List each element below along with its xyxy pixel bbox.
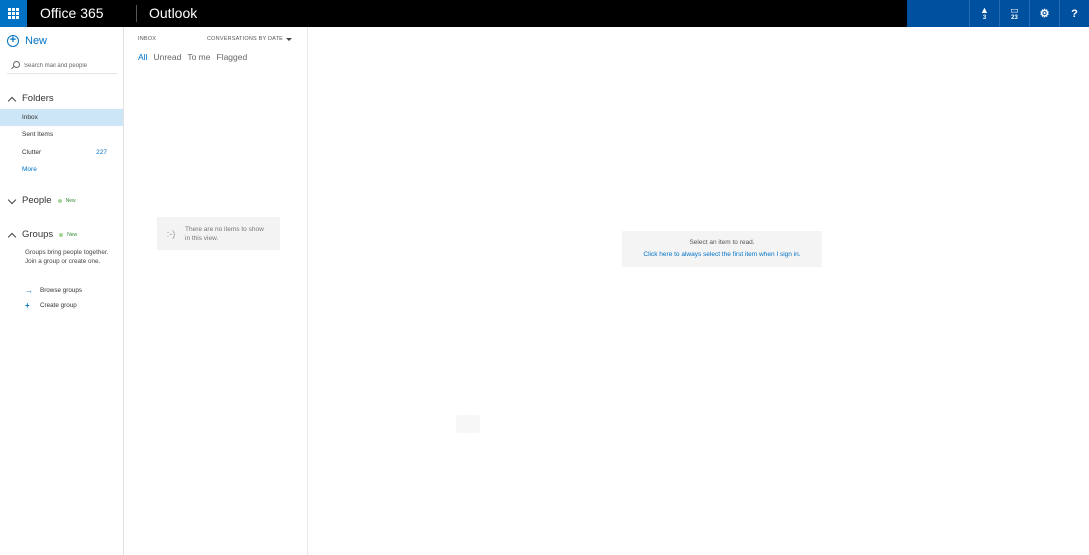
smiley-icon: :-) (166, 228, 176, 239)
app-title[interactable]: Outlook (137, 0, 197, 27)
folder-sent-items[interactable]: Sent Items (0, 126, 123, 143)
reading-pane-notice: Select an item to read. Click here to al… (622, 231, 822, 267)
search-input[interactable] (24, 62, 114, 69)
folder-inbox[interactable]: Inbox (0, 109, 123, 126)
list-title: INBOX (138, 36, 157, 42)
notifications-count: 3 (982, 14, 987, 21)
sort-dropdown[interactable]: CONVERSATIONS BY DATE (207, 36, 293, 42)
notifications-button[interactable]: ▲ 3 (969, 0, 999, 27)
plus-icon: + (25, 301, 30, 310)
plus-circle-icon: + (7, 35, 19, 47)
settings-button[interactable]: ⚙ (1029, 0, 1059, 27)
help-button[interactable]: ? (1059, 0, 1089, 27)
folder-label: Inbox (22, 114, 38, 121)
new-message-button[interactable]: + New (7, 35, 47, 47)
groups-new-badge: New (59, 232, 77, 238)
filter-bar: All Unread To me Flagged (138, 52, 247, 62)
empty-list-message: There are no items to show in this view. (185, 225, 264, 242)
app-launcher-button[interactable] (0, 0, 27, 27)
topbar-blank-area (907, 0, 969, 27)
groups-header[interactable]: Groups New (8, 229, 77, 240)
filter-all[interactable]: All (138, 52, 147, 62)
left-navigation: + New Folders Inbox Sent Items Clutter 2… (0, 27, 124, 555)
brand-title[interactable]: Office 365 (27, 0, 136, 27)
calendar-button[interactable]: ▭ 23 (999, 0, 1029, 27)
folder-label: Sent Items (22, 131, 54, 138)
filter-unread[interactable]: Unread (153, 52, 181, 62)
bell-icon: ▲ (980, 4, 989, 15)
folders-label: Folders (22, 93, 54, 104)
folder-label: Clutter (22, 149, 42, 156)
help-icon: ? (1071, 7, 1078, 20)
calendar-count: 23 (1011, 14, 1018, 21)
empty-list-notice: :-) There are no items to show in this v… (157, 217, 280, 250)
clutter-unread-count: 227 (96, 149, 107, 156)
create-group-link[interactable]: + Create group (25, 301, 77, 310)
new-label: New (25, 35, 48, 47)
message-list-pane: INBOX CONVERSATIONS BY DATE All Unread T… (124, 27, 308, 555)
folder-clutter[interactable]: Clutter 227 (0, 144, 123, 161)
folders-header[interactable]: Folders (8, 93, 54, 104)
reading-pane: Select an item to read. Click here to al… (308, 27, 1089, 555)
people-new-badge: New (57, 198, 76, 204)
search-box[interactable] (7, 58, 117, 74)
browse-groups-link[interactable]: → Browse groups (25, 286, 82, 295)
select-item-prompt: Select an item to read. (689, 239, 755, 246)
always-select-first-link[interactable]: Click here to always select the first it… (622, 251, 822, 258)
search-icon (10, 60, 20, 71)
arrow-right-icon: → (25, 286, 33, 295)
new-dot-icon (59, 232, 64, 237)
caret-down-icon (286, 37, 293, 41)
filter-to-me[interactable]: To me (187, 52, 210, 62)
groups-description: Groups bring people together. Join a gro… (25, 249, 109, 265)
waffle-icon (8, 8, 19, 19)
new-dot-icon (57, 198, 62, 203)
chevron-down-icon (8, 197, 16, 205)
chevron-up-icon (8, 95, 16, 103)
chevron-up-icon (8, 231, 16, 239)
more-folders-link[interactable]: More (22, 166, 37, 173)
gear-icon: ⚙ (1039, 8, 1050, 20)
calendar-icon: ▭ (1010, 4, 1019, 15)
filter-flagged[interactable]: Flagged (217, 52, 248, 62)
people-label: People (22, 195, 52, 206)
people-header[interactable]: People New (8, 195, 76, 206)
topbar-actions: ▲ 3 ▭ 23 ⚙ ? (907, 0, 1089, 27)
faint-artifact (456, 415, 480, 433)
groups-label: Groups (22, 229, 54, 240)
